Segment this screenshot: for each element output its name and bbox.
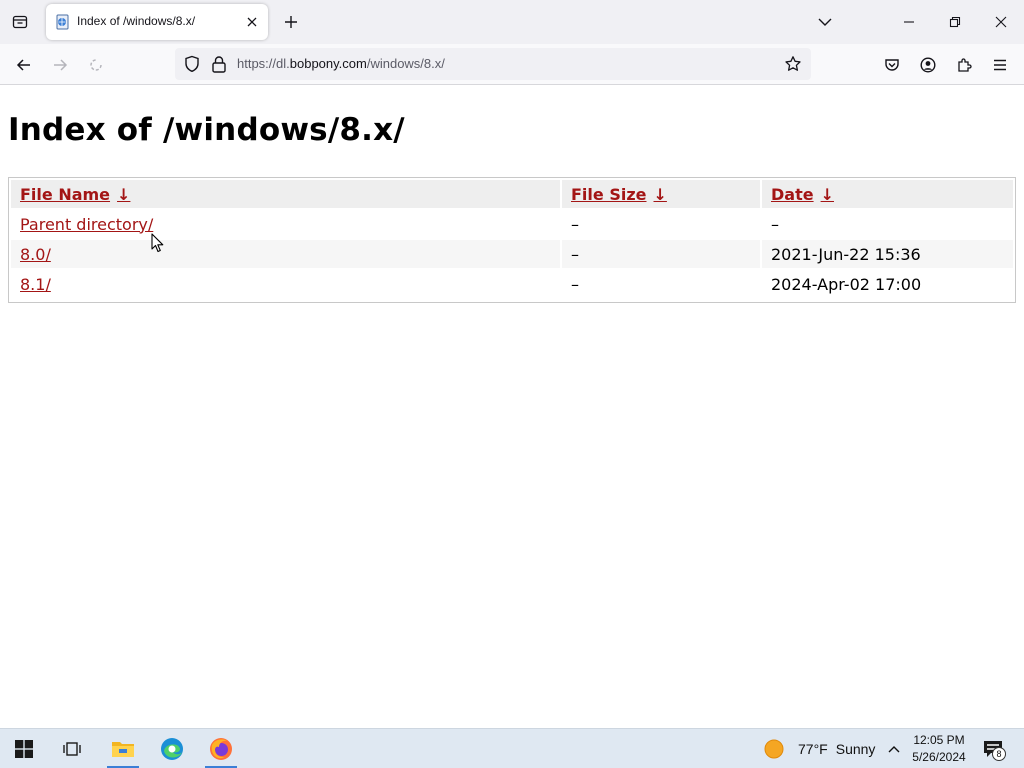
clock-date: 5/26/2024 xyxy=(912,750,966,764)
column-label: File Name xyxy=(20,184,111,204)
page-content: Index of /windows/8.x/ File Name ↓ File S… xyxy=(0,86,1024,728)
extensions-button[interactable] xyxy=(949,50,979,80)
address-bar[interactable]: https://dl.bobpony.com/windows/8.x/ xyxy=(175,48,811,80)
minimize-icon xyxy=(904,21,914,23)
chevron-down-icon xyxy=(818,18,832,26)
firefox-button[interactable] xyxy=(197,729,245,768)
folder-link-8-1[interactable]: 8.1/ xyxy=(20,275,51,294)
edge-button[interactable] xyxy=(148,729,196,768)
weather-temperature: 77°F xyxy=(798,741,828,757)
system-clock[interactable]: 12:05 PM 5/26/2024 xyxy=(906,732,972,766)
file-explorer-icon xyxy=(112,742,134,757)
url-host: bobpony.com xyxy=(289,56,367,71)
restore-button[interactable] xyxy=(932,0,978,44)
file-name-cell: 8.0/ xyxy=(11,240,560,268)
forward-button[interactable] xyxy=(45,50,75,80)
reload-button[interactable] xyxy=(81,50,111,80)
date-cell: 2024-Apr-02 17:00 xyxy=(771,274,922,294)
notification-count-badge: 8 xyxy=(992,747,1006,761)
date-cell: – xyxy=(771,214,779,234)
sun-icon xyxy=(764,739,784,759)
url-text[interactable]: https://dl.bobpony.com/windows/8.x/ xyxy=(237,56,445,71)
column-header-date: Date ↓ xyxy=(762,180,1013,208)
file-name-cell: Parent directory/ xyxy=(11,210,560,238)
menu-icon xyxy=(994,59,1006,71)
task-view-icon xyxy=(63,742,81,756)
folder-link-8-0[interactable]: 8.0/ xyxy=(20,245,51,264)
restore-icon xyxy=(949,16,961,28)
page-title: Index of /windows/8.x/ xyxy=(8,112,405,148)
table-header-row: File Name ↓ File Size ↓ Date ↓ xyxy=(11,180,1013,208)
date-cell: 2021-Jun-22 15:36 xyxy=(762,240,1013,268)
back-icon xyxy=(16,59,30,71)
weather-condition: Sunny xyxy=(835,741,876,757)
tab-list-icon xyxy=(12,15,28,29)
close-icon xyxy=(247,17,257,27)
firefox-icon xyxy=(210,738,232,760)
windows-start-icon xyxy=(15,740,33,758)
minimize-button[interactable] xyxy=(886,0,932,44)
site-favicon-icon xyxy=(56,14,69,30)
reload-icon xyxy=(90,59,102,71)
file-explorer-button[interactable] xyxy=(99,729,147,768)
new-tab-button[interactable] xyxy=(278,9,304,35)
navigation-toolbar: https://dl.bobpony.com/windows/8.x/ xyxy=(0,44,1024,85)
parent-directory-link[interactable]: Parent directory/ xyxy=(20,215,153,234)
column-header-name: File Name ↓ xyxy=(11,180,560,208)
mouse-cursor-icon xyxy=(151,233,164,253)
column-label: Date xyxy=(771,184,814,204)
shield-icon[interactable] xyxy=(183,55,201,73)
lock-icon[interactable] xyxy=(211,55,227,73)
weather-widget[interactable]: 77°F Sunny xyxy=(764,729,875,768)
pocket-button[interactable] xyxy=(877,50,907,80)
tab-close-button[interactable] xyxy=(243,13,261,31)
sort-arrow-icon: ↓ xyxy=(117,184,131,204)
plus-icon xyxy=(285,16,297,28)
close-window-button[interactable] xyxy=(978,0,1024,44)
task-view-button[interactable] xyxy=(48,729,96,768)
clock-time: 12:05 PM xyxy=(913,733,965,747)
browser-tab[interactable]: Index of /windows/8.x/ xyxy=(46,4,268,40)
list-all-tabs-button[interactable] xyxy=(812,9,838,35)
sort-arrow-icon: ↓ xyxy=(653,184,667,204)
sort-by-size-link[interactable]: File Size ↓ xyxy=(571,185,667,204)
url-prefix: https://dl. xyxy=(237,56,290,71)
windows-taskbar: 77°F Sunny 12:05 PM 5/26/2024 8 xyxy=(0,728,1024,768)
forward-icon xyxy=(54,59,68,71)
pocket-icon xyxy=(885,59,899,71)
column-label: File Size xyxy=(571,184,647,204)
firefox-view-button[interactable] xyxy=(6,8,34,36)
file-size-cell: – xyxy=(562,240,760,268)
tab-title: Index of /windows/8.x/ xyxy=(77,14,196,28)
star-icon xyxy=(785,56,801,71)
close-window-icon xyxy=(995,16,1007,28)
file-name-cell: 8.1/ xyxy=(11,270,560,298)
table-row: 8.1/ – 2024-Apr-02 17:00 xyxy=(11,270,1013,298)
show-hidden-icons-button[interactable] xyxy=(884,739,904,759)
edge-icon xyxy=(161,738,183,760)
chevron-up-icon xyxy=(888,746,900,753)
tab-strip: Index of /windows/8.x/ xyxy=(0,0,1024,44)
extensions-icon xyxy=(958,58,972,72)
app-menu-button[interactable] xyxy=(985,50,1015,80)
notification-center-button[interactable]: 8 xyxy=(978,735,1008,763)
column-header-size: File Size ↓ xyxy=(562,180,760,208)
url-path: /windows/8.x/ xyxy=(366,56,445,71)
back-button[interactable] xyxy=(9,50,39,80)
file-size-cell: – xyxy=(571,274,579,294)
account-button[interactable] xyxy=(913,50,943,80)
start-button[interactable] xyxy=(0,729,48,768)
bookmark-star-button[interactable] xyxy=(781,52,805,76)
sort-by-date-link[interactable]: Date ↓ xyxy=(771,185,834,204)
sort-by-name-link[interactable]: File Name ↓ xyxy=(20,185,130,204)
account-icon xyxy=(920,57,936,73)
sort-arrow-icon: ↓ xyxy=(820,184,834,204)
file-size-cell: – xyxy=(571,214,579,234)
